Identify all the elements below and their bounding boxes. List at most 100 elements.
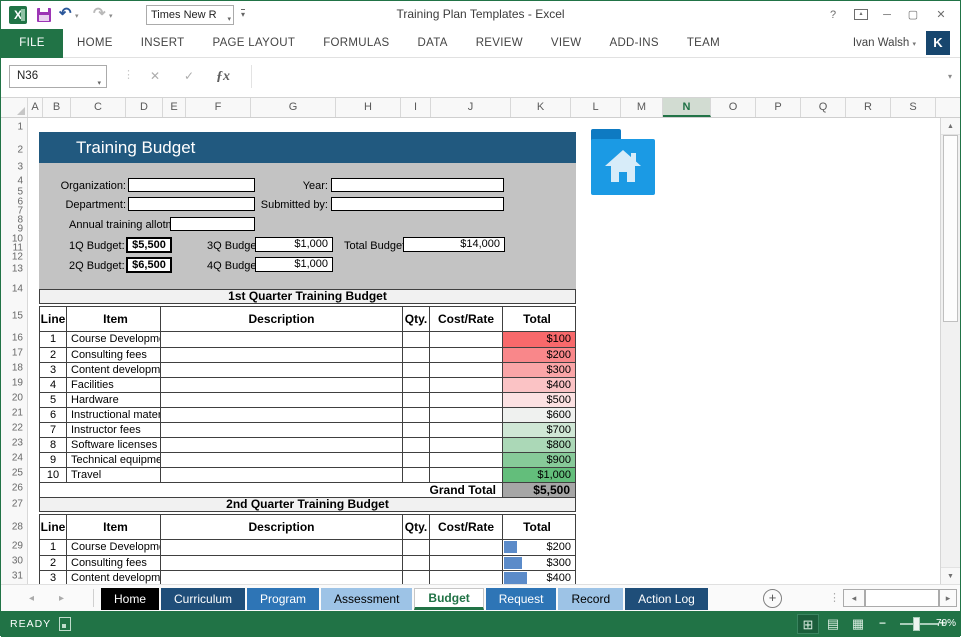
undo-dropdown-icon[interactable]: ▾ <box>75 12 79 20</box>
view-page-break-icon[interactable]: ▦ <box>847 614 869 634</box>
row-header-23[interactable]: 23 <box>12 438 23 449</box>
cell-description[interactable] <box>160 423 402 437</box>
year-input[interactable] <box>331 178 504 192</box>
cell-item[interactable]: Consulting fees <box>66 348 160 362</box>
cell-total[interactable]: $1,000 <box>502 468 575 482</box>
font-name-combo[interactable]: Times New R ▾ <box>146 5 234 25</box>
cell-line[interactable]: 2 <box>40 348 66 362</box>
column-header-c[interactable]: C <box>71 98 126 117</box>
row-header-20[interactable]: 20 <box>12 393 23 404</box>
cell-cost-rate[interactable] <box>429 453 502 467</box>
cell-item[interactable]: Consulting fees <box>66 556 160 570</box>
sheet-tab-action-log[interactable]: Action Log <box>625 588 708 610</box>
column-header-i[interactable]: I <box>401 98 431 117</box>
cell-qty[interactable] <box>402 348 429 362</box>
cell-item[interactable]: Content development <box>66 363 160 377</box>
select-all-button[interactable] <box>1 98 28 117</box>
avatar[interactable]: K <box>926 31 950 55</box>
ribbon-tab-file[interactable]: FILE <box>1 29 63 58</box>
sheet-tab-assessment[interactable]: Assessment <box>321 588 412 610</box>
row-header-24[interactable]: 24 <box>12 453 23 464</box>
maximize-button[interactable]: ▢ <box>902 7 924 23</box>
column-header-s[interactable]: S <box>891 98 936 117</box>
cell-total[interactable]: $100 <box>502 332 575 347</box>
cell-total[interactable]: $200 <box>502 348 575 362</box>
cell-description[interactable] <box>160 453 402 467</box>
row-header-29[interactable]: 29 <box>12 541 23 552</box>
cell-line[interactable]: 9 <box>40 453 66 467</box>
cell-description[interactable] <box>160 378 402 392</box>
row-header-28[interactable]: 28 <box>12 522 23 533</box>
cell-total[interactable]: $600 <box>502 408 575 422</box>
formula-bar-expand-icon[interactable]: ▾ <box>948 72 952 81</box>
cell-cost-rate[interactable] <box>429 408 502 422</box>
tab-nav-right-icon[interactable]: ▸ <box>59 593 64 604</box>
enter-icon[interactable]: ✓ <box>175 65 203 88</box>
minimize-button[interactable]: ─ <box>876 7 898 23</box>
cell-qty[interactable] <box>402 540 429 555</box>
column-header-m[interactable]: M <box>621 98 663 117</box>
vertical-scroll-thumb[interactable] <box>943 135 958 322</box>
row-header-27[interactable]: 27 <box>12 499 23 510</box>
cell-qty[interactable] <box>402 468 429 482</box>
q3-budget-input[interactable]: $1,000 <box>255 237 333 252</box>
column-header-g[interactable]: G <box>251 98 336 117</box>
ribbon-tab-formulas[interactable]: FORMULAS <box>309 29 403 58</box>
view-page-layout-icon[interactable]: ▤ <box>822 614 844 634</box>
ribbon-tab-view[interactable]: VIEW <box>537 29 596 58</box>
row-header-1[interactable]: 1 <box>17 122 23 133</box>
redo-dropdown-icon[interactable]: ▾ <box>109 12 113 20</box>
hscroll-left-icon[interactable]: ◂ <box>843 589 865 607</box>
cell-line[interactable]: 2 <box>40 556 66 570</box>
cell-item[interactable]: Content development <box>66 571 160 584</box>
close-button[interactable]: ✕ <box>930 7 952 23</box>
column-header-j[interactable]: J <box>431 98 511 117</box>
cell-line[interactable]: 3 <box>40 363 66 377</box>
ribbon-display-options-icon[interactable]: ▴ <box>854 9 868 20</box>
cell-line[interactable]: 1 <box>40 540 66 555</box>
cell-total[interactable]: $900 <box>502 453 575 467</box>
cell-cost-rate[interactable] <box>429 423 502 437</box>
cell-qty[interactable] <box>402 423 429 437</box>
column-header-l[interactable]: L <box>571 98 621 117</box>
cell-description[interactable] <box>160 348 402 362</box>
column-header-q[interactable]: Q <box>801 98 846 117</box>
row-header-3[interactable]: 3 <box>17 162 23 173</box>
hscroll-right-icon[interactable]: ▸ <box>939 589 957 607</box>
scroll-up-icon[interactable]: ▲ <box>941 118 960 135</box>
cell-item[interactable]: Instructor fees <box>66 423 160 437</box>
row-header-13[interactable]: 13 <box>12 264 23 275</box>
customize-qat-icon[interactable]: ▾ <box>241 9 245 20</box>
add-sheet-button[interactable]: + <box>763 589 782 608</box>
macro-record-icon[interactable] <box>59 617 71 631</box>
ribbon-tab-page-layout[interactable]: PAGE LAYOUT <box>198 29 309 58</box>
sheet-tab-record[interactable]: Record <box>558 588 623 610</box>
cell-item[interactable]: Technical equipment <box>66 453 160 467</box>
cell-qty[interactable] <box>402 363 429 377</box>
cell-item[interactable]: Travel <box>66 468 160 482</box>
cell-cost-rate[interactable] <box>429 363 502 377</box>
font-combo-arrow-icon[interactable]: ▾ <box>227 11 231 29</box>
row-header-4[interactable]: 4 <box>17 176 23 187</box>
row-header-2[interactable]: 2 <box>17 145 23 156</box>
cell-item[interactable]: Facilities <box>66 378 160 392</box>
cell-qty[interactable] <box>402 393 429 407</box>
cell-cost-rate[interactable] <box>429 438 502 452</box>
zoom-level[interactable]: 70% <box>936 618 956 629</box>
column-header-b[interactable]: B <box>43 98 71 117</box>
row-header-17[interactable]: 17 <box>12 348 23 359</box>
row-header-30[interactable]: 30 <box>12 556 23 567</box>
insert-function-icon[interactable]: ƒx <box>209 65 237 88</box>
cell-description[interactable] <box>160 571 402 584</box>
cell-total[interactable]: $400 <box>502 378 575 392</box>
row-header-19[interactable]: 19 <box>12 378 23 389</box>
column-header-h[interactable]: H <box>336 98 401 117</box>
cell-qty[interactable] <box>402 571 429 584</box>
ribbon-tab-data[interactable]: DATA <box>404 29 462 58</box>
cell-cost-rate[interactable] <box>429 332 502 347</box>
cell-cost-rate[interactable] <box>429 571 502 584</box>
cell-item[interactable]: Course Development <box>66 332 160 347</box>
tab-nav-left-icon[interactable]: ◂ <box>29 593 34 604</box>
cell-cost-rate[interactable] <box>429 468 502 482</box>
grand-total-value[interactable]: $5,500 <box>502 483 575 498</box>
